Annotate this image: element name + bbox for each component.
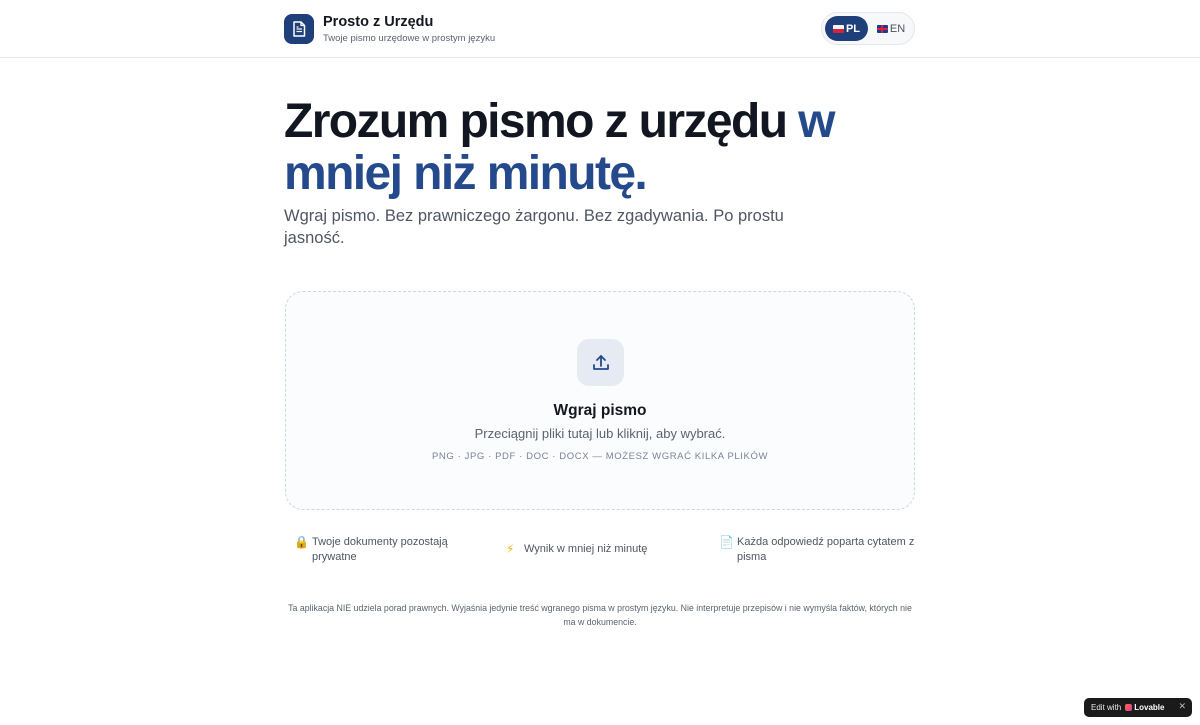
logo[interactable] bbox=[284, 14, 314, 44]
legal-disclaimer: Ta aplikacja NIE udziela porad prawnych.… bbox=[288, 603, 912, 627]
upload-title: Wgraj pismo bbox=[553, 402, 647, 419]
feature-citation: 📄 Każda odpowiedź poparta cytatem z pism… bbox=[719, 535, 915, 564]
feature-citation-text: Każda odpowiedź poparta cytatem z pisma bbox=[737, 536, 915, 563]
language-label-en: EN bbox=[889, 22, 906, 35]
page-icon: 📄 bbox=[719, 535, 734, 549]
upload-description: Przeciągnij pliki tutaj lub kliknij, aby… bbox=[474, 426, 726, 441]
upload-icon bbox=[592, 354, 609, 370]
lightning-icon: ⚡ bbox=[506, 542, 515, 556]
feature-speed: ⚡ Wynik w mniej niż minutę bbox=[506, 542, 686, 557]
upload-dropzone[interactable]: Wgraj pismo Przeciągnij pliki tutaj lub … bbox=[285, 291, 915, 510]
poland-flag-icon bbox=[832, 24, 844, 33]
lovable-brand: Lovable bbox=[1125, 703, 1164, 712]
app-subtitle: Twoje pismo urzędowe w prostym języku bbox=[323, 33, 496, 44]
upload-formats: PNG · JPG · PDF · DOC · DOCX — MOŻESZ WG… bbox=[431, 451, 769, 462]
lovable-logo-icon bbox=[1125, 704, 1133, 711]
document-icon bbox=[293, 21, 306, 37]
feature-privacy-text: Twoje dokumenty pozostają prywatne bbox=[312, 536, 448, 563]
language-label-pl: PL bbox=[845, 22, 861, 35]
lock-icon: 🔒 bbox=[294, 535, 309, 549]
hero-title: Zrozum pismo z urzędu w mniej niż minutę… bbox=[284, 96, 904, 200]
uk-flag-icon bbox=[876, 24, 888, 33]
language-button-en[interactable]: EN bbox=[871, 16, 911, 41]
app-title: Prosto z Urzędu bbox=[323, 14, 434, 30]
edit-with-lovable-badge[interactable]: Edit with Lovable ✕ bbox=[1084, 698, 1192, 717]
hero-title-main: Zrozum pismo z urzędu bbox=[284, 95, 788, 148]
language-switcher: PL EN bbox=[821, 12, 915, 45]
close-icon[interactable]: ✕ bbox=[1178, 701, 1186, 712]
feature-privacy: 🔒 Twoje dokumenty pozostają prywatne bbox=[294, 535, 474, 564]
top-bar: Prosto z Urzędu Twoje pismo urzędowe w p… bbox=[0, 0, 1200, 58]
feature-speed-text: Wynik w mniej niż minutę bbox=[524, 543, 648, 555]
language-button-pl[interactable]: PL bbox=[825, 16, 868, 41]
hero-subtitle: Wgraj pismo. Bez prawniczego żargonu. Be… bbox=[284, 207, 784, 247]
upload-icon-container bbox=[577, 339, 624, 386]
badge-prefix: Edit with bbox=[1091, 703, 1122, 712]
lovable-brand-text: Lovable bbox=[1134, 703, 1165, 712]
